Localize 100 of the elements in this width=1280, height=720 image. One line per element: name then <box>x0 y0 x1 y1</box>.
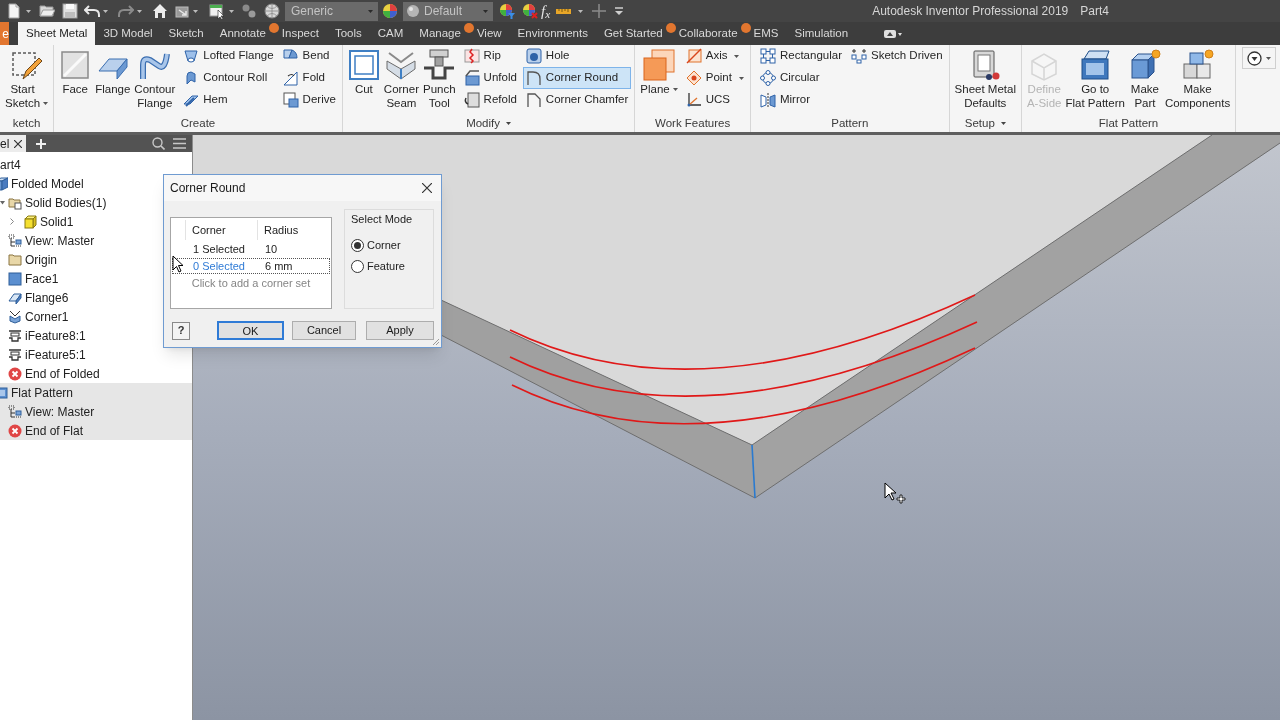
tree-item[interactable]: iFeature5:1 <box>25 345 86 364</box>
ribbon-tab[interactable]: Inspect <box>273 22 327 45</box>
tree-item[interactable]: Flange6 <box>25 288 69 307</box>
table-cell[interactable]: 0 Selected <box>187 257 259 275</box>
ribbon-button[interactable]: Corner Chamfer <box>522 89 632 111</box>
radio-button[interactable] <box>351 260 364 273</box>
ribbon-button[interactable]: Point <box>682 67 747 89</box>
close-icon[interactable] <box>14 139 23 148</box>
caret-icon[interactable] <box>193 9 198 13</box>
ribbon-button[interactable]: Fold <box>279 67 339 89</box>
resize-grip-icon[interactable] <box>432 338 440 346</box>
tree-item[interactable]: Origin <box>25 250 57 269</box>
ribbon-tab[interactable]: Environments <box>509 22 596 45</box>
table-cell[interactable]: 6 mm <box>259 257 293 275</box>
redo-icon[interactable] <box>118 3 134 19</box>
dialog-button[interactable]: Cancel <box>292 321 356 340</box>
ribbon-button[interactable]: Sheet Metal Defaults <box>952 45 1018 113</box>
expanded-caret-icon[interactable] <box>0 200 5 205</box>
ribbon-button[interactable]: Hole <box>522 45 632 67</box>
add-row-hint[interactable]: Click to add a corner set <box>171 275 331 291</box>
ribbon-button[interactable]: Unfold <box>460 67 520 89</box>
customize-menu-icon[interactable] <box>613 5 626 17</box>
radio-label[interactable]: Corner <box>367 237 401 254</box>
caret-icon[interactable] <box>506 122 511 125</box>
ribbon-button[interactable]: Circular <box>756 67 845 89</box>
open-folder-icon[interactable] <box>39 3 55 19</box>
ribbon-button[interactable]: Lofted Flange <box>180 45 277 67</box>
collapsed-chevron-icon[interactable] <box>10 218 14 225</box>
ribbon-button[interactable]: Hem <box>180 89 277 111</box>
ribbon-button[interactable]: Make Part <box>1126 45 1163 113</box>
ribbon-tab[interactable]: Sketch <box>160 22 212 45</box>
ribbon-button[interactable]: Start Sketch <box>3 45 51 113</box>
ribbon-button[interactable]: Bend <box>279 45 339 67</box>
dialog-button[interactable]: Apply <box>366 321 434 340</box>
ribbon-options-button[interactable] <box>1242 47 1277 69</box>
browser-tab[interactable]: el <box>0 135 27 152</box>
ribbon-tab[interactable]: Simulation <box>786 22 857 45</box>
color-wheel-icon[interactable] <box>382 3 398 19</box>
parameters-button[interactable]: f$_{x}$ <box>541 3 551 19</box>
mesh-sphere-icon[interactable] <box>264 3 280 19</box>
caret-icon[interactable] <box>43 102 49 105</box>
tree-item[interactable]: Face1 <box>25 269 59 288</box>
color-wheel-cross-icon[interactable] <box>522 3 538 19</box>
ribbon-button[interactable]: Rectangular <box>756 45 845 67</box>
tree-item[interactable]: Folded Model <box>11 174 84 193</box>
caret-icon[interactable] <box>103 9 108 13</box>
ribbon-button[interactable]: Sketch Driven <box>847 45 946 67</box>
table-cell[interactable]: 10 <box>259 240 278 258</box>
ribbon-tab[interactable]: Get Started <box>595 22 671 45</box>
ribbon-button[interactable]: Refold <box>460 89 520 111</box>
help-button[interactable]: ? <box>172 321 190 340</box>
ribbon-button[interactable]: Punch Tool <box>421 45 458 113</box>
tree-item[interactable]: Flat Pattern <box>11 383 74 402</box>
ribbon-button[interactable]: Derive <box>279 89 339 111</box>
close-icon[interactable] <box>422 183 432 193</box>
tree-item[interactable]: View: Master <box>25 402 95 421</box>
ribbon-tab[interactable]: CAM <box>369 22 412 45</box>
tree-item[interactable]: End of Folded <box>25 364 100 383</box>
search-icon[interactable] <box>152 137 165 150</box>
ribbon-button[interactable]: Make Components <box>1162 45 1233 113</box>
ribbon-tab[interactable]: View <box>468 22 510 45</box>
ribbon-button[interactable]: Contour Roll <box>180 67 277 89</box>
ribbon-button[interactable]: Corner Round <box>522 67 632 89</box>
caret-icon[interactable] <box>229 9 234 13</box>
ribbon-tab[interactable]: Collaborate <box>670 22 746 45</box>
ribbon-button[interactable]: Face <box>57 45 94 113</box>
ribbon-tab[interactable]: Tools <box>326 22 370 45</box>
tree-item[interactable]: Solid Bodies(1) <box>25 193 107 212</box>
ribbon-tab[interactable]: 3D Model <box>95 22 161 45</box>
radio-button[interactable] <box>351 239 364 252</box>
table-cell[interactable]: 1 Selected <box>187 240 259 258</box>
ribbon-tab[interactable]: Annotate <box>211 22 274 45</box>
ribbon-button[interactable]: Plane <box>638 45 680 113</box>
caret-icon[interactable] <box>672 88 678 91</box>
undo-icon[interactable] <box>84 3 100 19</box>
tree-item[interactable]: Corner1 <box>25 307 69 326</box>
home-icon[interactable] <box>152 3 168 19</box>
ribbon-tab[interactable]: EMS <box>745 22 787 45</box>
save-icon[interactable] <box>62 3 78 19</box>
ribbon-button[interactable]: Mirror <box>756 89 845 111</box>
ribbon-button[interactable]: Contour Flange <box>132 45 178 113</box>
ribbon-button[interactable]: Corner Seam <box>381 45 421 113</box>
ribbon-tab[interactable]: Manage <box>411 22 469 45</box>
tree-item[interactable]: End of Flat <box>25 421 84 440</box>
menu-icon[interactable] <box>173 138 186 149</box>
color-filter-icon[interactable] <box>499 3 515 19</box>
caret-icon[interactable] <box>734 54 740 58</box>
spheres-icon[interactable] <box>241 3 257 19</box>
caret-icon[interactable] <box>1000 122 1006 125</box>
tree-item[interactable]: Solid1 <box>40 212 74 231</box>
ribbon-button[interactable]: Cut <box>345 45 382 113</box>
new-document-icon[interactable] <box>6 3 22 19</box>
ribbon-toggle-icon[interactable] <box>884 28 903 39</box>
ribbon-button[interactable]: Axis <box>682 45 747 67</box>
radio-label[interactable]: Feature <box>367 258 405 275</box>
caret-icon[interactable] <box>137 9 142 13</box>
tree-item[interactable]: View: Master <box>25 231 95 250</box>
caret-icon[interactable] <box>578 9 584 13</box>
ribbon-tab[interactable]: Sheet Metal <box>18 22 96 45</box>
ribbon-button[interactable]: Flange <box>93 45 133 113</box>
